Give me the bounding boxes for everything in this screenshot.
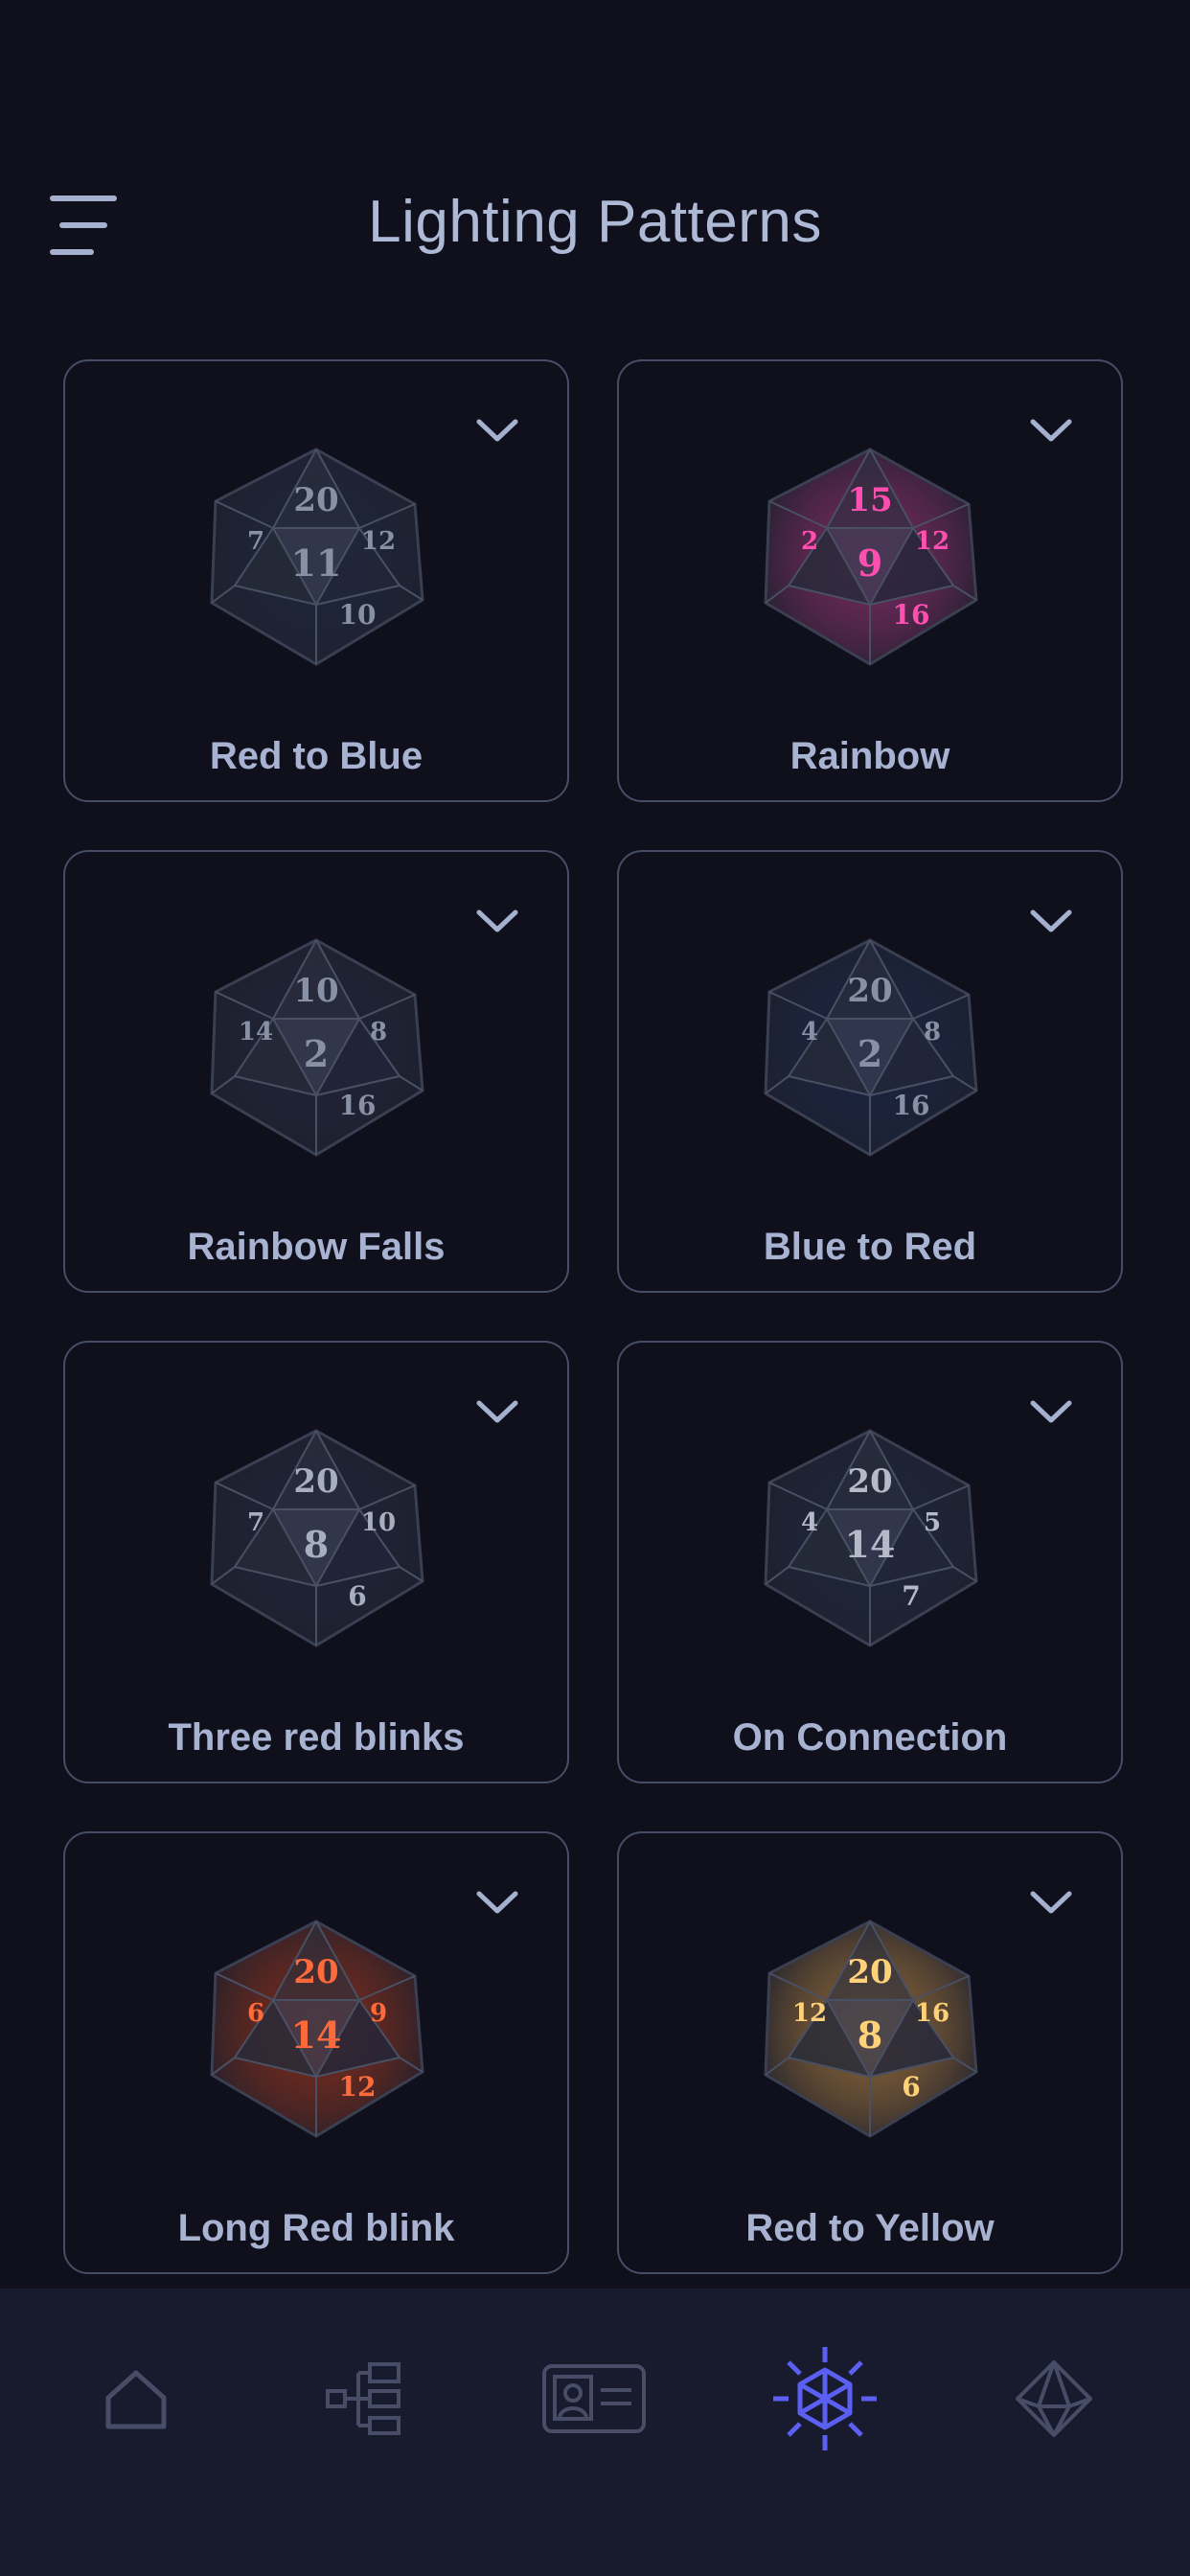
chevron-down-icon[interactable] [475,908,519,934]
pattern-label: Blue to Red [763,1226,977,1268]
tab-profile-card[interactable] [532,2336,656,2461]
pattern-card[interactable]: 20 14 6 9 12 Long Red blink [63,1831,569,2274]
pattern-card[interactable]: 10 2 14 8 16 Rainbow Falls [63,850,569,1293]
die-number: 16 [339,1090,377,1121]
die-number: 4 [801,1508,818,1537]
chevron-down-icon[interactable] [475,1889,519,1916]
die-number: 8 [304,1523,329,1566]
d20-die-image: 20 11 7 12 10 [210,448,424,666]
d20-die-image: 15 9 2 12 16 [764,448,978,666]
d20-die-image: 20 2 4 8 16 [764,938,978,1157]
chevron-down-icon[interactable] [1029,908,1073,934]
die-number: 12 [361,527,396,556]
chevron-down-icon[interactable] [1029,1889,1073,1916]
die-number: 16 [893,599,930,631]
d20-outline-icon [1016,2360,1092,2437]
die-number: 4 [801,1018,818,1046]
die-number: 10 [339,599,377,631]
die-number: 2 [304,1032,329,1075]
pattern-label: On Connection [732,1716,1008,1759]
die-number: 10 [293,972,338,1010]
bottom-tab-bar [0,2288,1190,2576]
die-number: 14 [291,2013,342,2057]
die-number: 6 [348,1580,366,1612]
die-number: 8 [370,1018,387,1046]
chevron-down-icon[interactable] [475,417,519,444]
die-number: 16 [915,1999,950,2028]
die-number: 15 [847,481,892,519]
d20-sun-icon [773,2347,877,2450]
pattern-card[interactable]: 20 8 7 10 6 Three red blinks [63,1341,569,1783]
pattern-label: Three red blinks [168,1716,465,1759]
die-number: 16 [893,1090,930,1121]
pattern-label: Long Red blink [177,2207,455,2249]
pattern-card[interactable]: 20 8 12 16 6 Red to Yellow [617,1831,1123,2274]
die-number: 12 [915,527,950,556]
pattern-label: Red to Blue [209,735,423,777]
die-number: 11 [291,541,342,585]
tab-lighting[interactable] [763,2336,887,2461]
hierarchy-icon [326,2362,400,2435]
pattern-card[interactable]: 20 14 4 5 7 On Connection [617,1341,1123,1783]
tab-dice[interactable] [992,2336,1116,2461]
die-number: 20 [847,972,892,1010]
d20-die-image: 20 8 7 10 6 [210,1429,424,1647]
die-number: 14 [845,1523,896,1566]
pattern-label: Rainbow [790,735,950,777]
home-icon [105,2370,167,2429]
die-number: 20 [847,1462,892,1501]
die-number: 14 [239,1018,273,1046]
chevron-down-icon[interactable] [1029,1398,1073,1425]
die-number: 20 [293,481,338,519]
d20-die-image: 20 14 6 9 12 [210,1920,424,2138]
die-number: 7 [247,527,264,556]
die-number: 9 [858,541,882,585]
tab-hierarchy[interactable] [303,2336,427,2461]
die-number: 20 [293,1462,338,1501]
page-title: Lighting Patterns [368,189,822,255]
die-number: 2 [858,1032,882,1075]
d20-die-image: 20 8 12 16 6 [764,1920,978,2138]
die-number: 8 [858,2013,882,2057]
chevron-down-icon[interactable] [1029,417,1073,444]
id-card-icon [542,2364,646,2433]
pattern-card[interactable]: 15 9 2 12 16 Rainbow [617,359,1123,802]
die-number: 12 [792,1999,827,2028]
pattern-label: Rainbow Falls [187,1226,446,1268]
die-number: 7 [247,1508,264,1537]
pattern-label: Red to Yellow [745,2207,995,2249]
die-number: 12 [339,2071,377,2103]
chevron-down-icon[interactable] [475,1398,519,1425]
die-number: 20 [847,1953,892,1991]
die-number: 2 [801,527,818,556]
die-number: 20 [293,1953,338,1991]
header: Lighting Patterns [0,0,1190,326]
die-number: 10 [361,1508,396,1537]
d20-die-image: 20 14 4 5 7 [764,1429,978,1647]
pattern-card[interactable]: 20 2 4 8 16 Blue to Red [617,850,1123,1293]
tab-home[interactable] [74,2336,198,2461]
die-number: 8 [924,1018,941,1046]
die-number: 6 [902,2071,920,2103]
die-number: 7 [902,1580,920,1612]
pattern-card[interactable]: 20 11 7 12 10 Red to Blue [63,359,569,802]
die-number: 6 [247,1999,264,2028]
die-number: 5 [924,1508,941,1537]
die-number: 9 [370,1999,387,2028]
d20-die-image: 10 2 14 8 16 [210,938,424,1157]
